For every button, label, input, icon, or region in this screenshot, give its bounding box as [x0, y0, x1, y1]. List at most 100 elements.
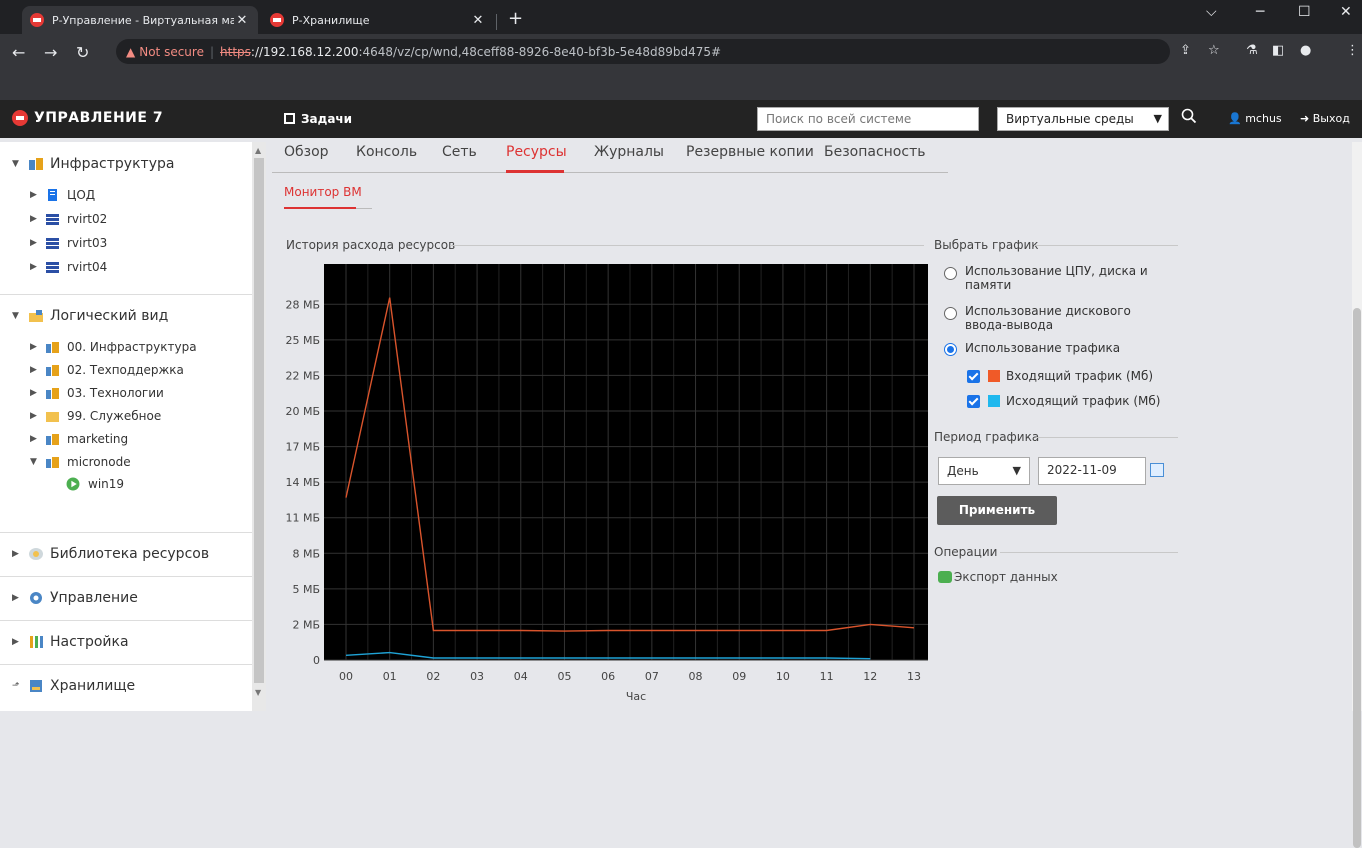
checkbox-checked-icon[interactable]: [967, 369, 980, 383]
tree-group-settings[interactable]: ▶ Настройка: [12, 634, 129, 650]
tree-item-folder[interactable]: ▶ 99. Служебное: [30, 409, 161, 423]
scroll-up-icon[interactable]: ▲: [255, 146, 261, 155]
tree-item-server[interactable]: ▶ rvirt03: [30, 236, 107, 250]
checkbox-checked-icon[interactable]: [967, 394, 980, 408]
tree-item-folder[interactable]: ▶ 02. Техподдержка: [30, 363, 184, 377]
main-scrollbar[interactable]: [1352, 142, 1362, 848]
export-data-link[interactable]: Экспорт данных: [938, 570, 1058, 584]
collapsed-triangle-icon: ▶: [12, 637, 19, 647]
chart-x-tick-label: 08: [689, 670, 703, 683]
new-tab-button[interactable]: +: [508, 8, 523, 29]
infrastructure-icon: [29, 158, 43, 170]
warning-icon: ▲: [126, 44, 136, 59]
tab-network[interactable]: Сеть: [442, 144, 477, 160]
expanded-triangle-icon: ▼: [30, 457, 37, 467]
reload-icon[interactable]: ↻: [76, 43, 89, 62]
browser-tabbar: Р-Управление - Виртуальная ма ✕ Р-Хранил…: [0, 0, 1362, 34]
export-icon: [938, 571, 952, 583]
tree-item-folder[interactable]: ▶ 00. Инфраструктура: [30, 340, 197, 354]
browser-menu-icon[interactable]: ⋮: [1346, 43, 1359, 58]
tab-security[interactable]: Безопасность: [824, 144, 925, 160]
tree-item-folder[interactable]: ▼ micronode: [30, 455, 131, 469]
chart-x-tick-label: 09: [732, 670, 746, 683]
app-logo[interactable]: УПРАВЛЕНИЕ 7: [12, 110, 163, 126]
tree-group-infrastructure[interactable]: ▼ Инфраструктура: [12, 156, 174, 172]
checkbox-outgoing-traffic[interactable]: Исходящий трафик (Мб): [967, 394, 1160, 408]
sidebar-scrollbar[interactable]: ▲ ▼: [252, 142, 266, 711]
collapsed-triangle-icon: ▶: [12, 593, 19, 603]
tab-overview[interactable]: Обзор: [284, 144, 329, 160]
close-tab-icon[interactable]: ✕: [234, 13, 250, 28]
period-select[interactable]: День ▼: [938, 457, 1030, 485]
tree-group-label: Инфраструктура: [50, 156, 175, 172]
search-icon[interactable]: [1181, 108, 1197, 124]
close-window-icon[interactable]: ✕: [1340, 4, 1352, 20]
radio-circle-selected[interactable]: [944, 343, 957, 356]
tree-group-logical[interactable]: ▼ Логический вид: [12, 308, 168, 324]
date-input[interactable]: 2022-11-09: [1038, 457, 1146, 485]
tab-separator: [496, 14, 497, 30]
scrollbar-thumb[interactable]: [254, 158, 264, 683]
tasks-button[interactable]: Задачи: [284, 112, 352, 126]
bookmark-star-icon[interactable]: ☆: [1208, 43, 1220, 58]
active-tab-indicator: [506, 170, 564, 173]
tree-group-library[interactable]: ▶ Библиотека ресурсов: [12, 546, 209, 562]
chart-y-tick-label: 14 МБ: [285, 476, 320, 489]
radio-circle[interactable]: [944, 267, 957, 280]
chart-x-tick-label: 01: [383, 670, 397, 683]
app-header: УПРАВЛЕНИЕ 7 Задачи Поиск по всей систем…: [0, 90, 1362, 138]
tab-backups[interactable]: Резервные копии: [686, 144, 814, 160]
global-search-input[interactable]: Поиск по всей системе: [757, 107, 979, 131]
divider: [0, 576, 252, 577]
browser-tab-management[interactable]: Р-Управление - Виртуальная ма ✕: [22, 6, 258, 34]
user-menu[interactable]: 👤 mchus: [1228, 112, 1282, 125]
chart-y-tick-label: 22 МБ: [285, 369, 320, 382]
resource-group-icon: [46, 434, 59, 445]
tree-item-vm[interactable]: win19: [66, 477, 124, 491]
apply-button[interactable]: Применить: [937, 496, 1057, 525]
vm-running-icon: [66, 477, 80, 491]
chart-x-tick-label: 13: [907, 670, 921, 683]
divider: [0, 664, 252, 665]
close-tab-icon[interactable]: ✕: [470, 13, 486, 28]
chart-y-tick-label: 0: [313, 654, 320, 667]
forward-icon[interactable]: →: [44, 43, 57, 62]
tab-resources[interactable]: Ресурсы: [506, 144, 567, 160]
tree-item-server[interactable]: ▶ rvirt02: [30, 212, 107, 226]
radio-disk-io[interactable]: Использование дискового ввода-вывода: [944, 304, 1174, 332]
share-icon[interactable]: ⇪: [1180, 43, 1191, 58]
tab-search-icon[interactable]: ⌵: [1206, 4, 1217, 20]
logo-text: УПРАВЛЕНИЕ 7: [34, 110, 164, 126]
environment-select[interactable]: Виртуальные среды ▼: [997, 107, 1169, 131]
minimize-icon[interactable]: ─: [1256, 4, 1264, 20]
tree-group-management[interactable]: ▶ Управление: [12, 590, 138, 606]
tree-item-server[interactable]: ▶ rvirt04: [30, 260, 107, 274]
scrollbar-thumb[interactable]: [1353, 308, 1361, 848]
radio-cpu-disk-memory[interactable]: Использование ЦПУ, диска и памяти: [944, 264, 1164, 292]
tree-item-dc[interactable]: ▶ ЦОД: [30, 188, 95, 202]
tree-item-folder[interactable]: ▶ 03. Технологии: [30, 386, 164, 400]
tab-console[interactable]: Консоль: [356, 144, 417, 160]
sidepanel-icon[interactable]: ◧: [1272, 43, 1284, 58]
address-bar[interactable]: ▲ Not secure | https ://192.168.12.200 :…: [116, 39, 1170, 64]
chart-plot-area: [324, 264, 936, 660]
browser-tab-storage[interactable]: Р-Хранилище ✕: [262, 6, 494, 34]
radio-traffic[interactable]: Использование трафика: [944, 340, 1164, 356]
checkbox-incoming-traffic[interactable]: Входящий трафик (Мб): [967, 369, 1153, 383]
back-icon[interactable]: ←: [12, 43, 25, 62]
tree-item-folder[interactable]: ▶ marketing: [30, 432, 128, 446]
chart-y-tick-label: 17 МБ: [285, 441, 320, 454]
chart-x-tick-label: 10: [776, 670, 790, 683]
scroll-down-icon[interactable]: ▼: [255, 688, 261, 697]
extension-icon[interactable]: ⚗: [1246, 43, 1258, 58]
calendar-icon[interactable]: [1150, 463, 1164, 477]
chart-x-tick-label: 05: [557, 670, 571, 683]
radio-circle[interactable]: [944, 307, 957, 320]
chart-y-tick-label: 2 МБ: [292, 618, 320, 631]
logout-button[interactable]: ➜ Выход: [1300, 112, 1350, 125]
profile-icon[interactable]: ●: [1300, 43, 1311, 58]
maximize-icon[interactable]: ☐: [1298, 4, 1311, 20]
tab-logs[interactable]: Журналы: [594, 144, 664, 160]
tree-group-storage[interactable]: ⬏ Хранилище: [12, 678, 135, 694]
subtab-vm-monitor[interactable]: Монитор ВМ: [284, 185, 362, 199]
